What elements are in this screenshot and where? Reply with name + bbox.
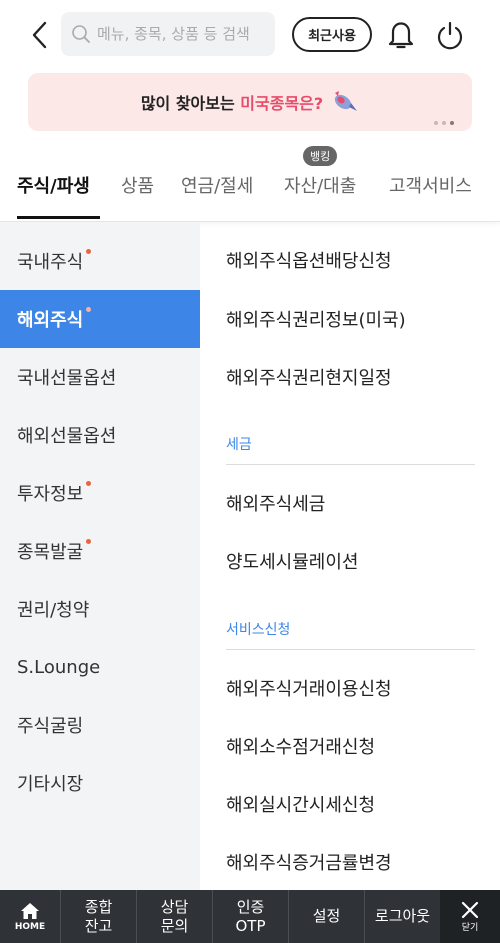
sidebar-item-label: 국내선물옵션 [17, 368, 117, 389]
menu-link[interactable]: 해외소수점거래신청 [226, 733, 375, 759]
tab-products[interactable]: 상품 [121, 172, 154, 198]
sidebar-item-label: 투자정보 [17, 484, 84, 505]
home-label: HOME [14, 921, 46, 932]
pager-dot [442, 121, 446, 125]
close-label: 닫기 [461, 922, 479, 933]
menu-link[interactable]: 해외주식권리현지일정 [226, 364, 392, 390]
tab-stock-derivatives[interactable]: 주식/파생 [17, 172, 90, 198]
sidebar-item-investment-info[interactable]: 투자정보 [0, 464, 200, 522]
sidebar-item-rights-subscription[interactable]: 권리/청약 [0, 580, 200, 638]
category-tabs: 주식/파생 상품 연금/절세 뱅킹 자산/대출 고객서비스 [0, 146, 500, 222]
sidebar-item-label: 주식굴링 [17, 716, 84, 737]
logout-power-button[interactable] [434, 18, 466, 52]
close-icon [461, 901, 479, 918]
bottom-item-logout[interactable]: 로그아웃 [364, 890, 440, 943]
sidebar-item-stock-discovery[interactable]: 종목발굴 [0, 522, 200, 580]
search-icon [72, 25, 90, 43]
notification-button[interactable] [385, 18, 417, 52]
menu-link[interactable]: 해외주식거래이용신청 [226, 675, 392, 701]
bell-icon [388, 22, 414, 49]
sidebar-item-other-markets[interactable]: 기타시장 [0, 754, 200, 812]
sidebar-item-label: 기타시장 [17, 774, 84, 795]
promo-banner[interactable]: 많이 찾아보는 미국종목은? [28, 73, 472, 131]
home-icon [21, 902, 39, 919]
sidebar-item-label: 국내주식 [17, 252, 84, 273]
section-title-service: 서비스신청 [226, 622, 291, 638]
active-tab-underline [17, 216, 100, 219]
sidebar-item-domestic-stock[interactable]: 국내주식 [0, 232, 200, 290]
menu-link[interactable]: 해외주식옵션배당신청 [226, 247, 392, 273]
search-box[interactable] [61, 12, 275, 56]
banner-text: 많이 찾아보는 미국종목은? [141, 90, 323, 114]
recent-used-button[interactable]: 최근사용 [292, 17, 372, 52]
sidebar-item-label: S.Lounge [17, 656, 101, 678]
pager-dot [434, 121, 438, 125]
banner-text-highlight: 미국종목은? [240, 94, 324, 113]
chevron-left-icon [32, 21, 47, 49]
sidebar-item-domestic-futures[interactable]: 국내선물옵션 [0, 348, 200, 406]
search-input[interactable] [97, 25, 267, 43]
menu-link[interactable]: 해외실시간시세신청 [226, 791, 375, 817]
banner-pager [434, 121, 454, 125]
menu-link[interactable]: 양도세시뮬레이션 [226, 548, 358, 574]
menu-content: 해외주식옵션배당신청 해외주식권리정보(미국) 해외주식권리현지일정 세금 해외… [200, 222, 500, 890]
menu-link[interactable]: 해외주식권리정보(미국) [226, 306, 406, 332]
tab-pension-tax[interactable]: 연금/절세 [181, 172, 253, 198]
banking-badge: 뱅킹 [303, 146, 338, 166]
section-divider [226, 649, 475, 650]
pager-dot-active [450, 121, 454, 125]
new-dot [86, 538, 92, 544]
home-button[interactable]: HOME [0, 890, 60, 943]
sidebar-item-label: 권리/청약 [17, 600, 90, 621]
sidebar-item-overseas-futures[interactable]: 해외선물옵션 [0, 406, 200, 464]
bottom-item-otp[interactable]: 인증 OTP [212, 890, 288, 943]
sidebar-item-overseas-stock[interactable]: 해외주식 [0, 290, 200, 348]
new-dot [86, 480, 92, 486]
bottom-item-consult[interactable]: 상담 문의 [136, 890, 212, 943]
menu-link[interactable]: 해외주식세금 [226, 490, 325, 516]
new-dot [86, 306, 92, 312]
section-title-tax: 세금 [226, 437, 252, 453]
bottom-item-settings[interactable]: 설정 [288, 890, 364, 943]
bottom-item-balance[interactable]: 종합 잔고 [60, 890, 136, 943]
back-button[interactable] [24, 20, 54, 50]
rocket-flag-icon [335, 91, 358, 111]
banner-text-prefix: 많이 찾아보는 [140, 94, 241, 113]
sidebar-item-label: 해외주식 [17, 310, 84, 331]
header: 최근사용 [0, 0, 500, 70]
sidebar-item-label: 종목발굴 [17, 542, 84, 563]
menu-link[interactable]: 해외주식증거금률변경 [226, 849, 392, 875]
power-icon [437, 21, 463, 50]
tab-assets-loan[interactable]: 자산/대출 [284, 172, 356, 198]
sidebar-item-label: 해외선물옵션 [17, 426, 117, 447]
bottom-bar: HOME 종합 잔고 상담 문의 인증 OTP 설정 로그아웃 닫기 [0, 890, 500, 943]
sidebar: 국내주식 해외주식 국내선물옵션 해외선물옵션 투자정보 종목발굴 권리/청약 … [0, 222, 200, 890]
sidebar-item-stock-rolling[interactable]: 주식굴링 [0, 696, 200, 754]
new-dot [86, 248, 92, 254]
close-button[interactable]: 닫기 [440, 890, 500, 943]
tab-customer-service[interactable]: 고객서비스 [389, 172, 472, 198]
section-divider [226, 464, 475, 465]
sidebar-item-s-lounge[interactable]: S.Lounge [0, 638, 200, 696]
